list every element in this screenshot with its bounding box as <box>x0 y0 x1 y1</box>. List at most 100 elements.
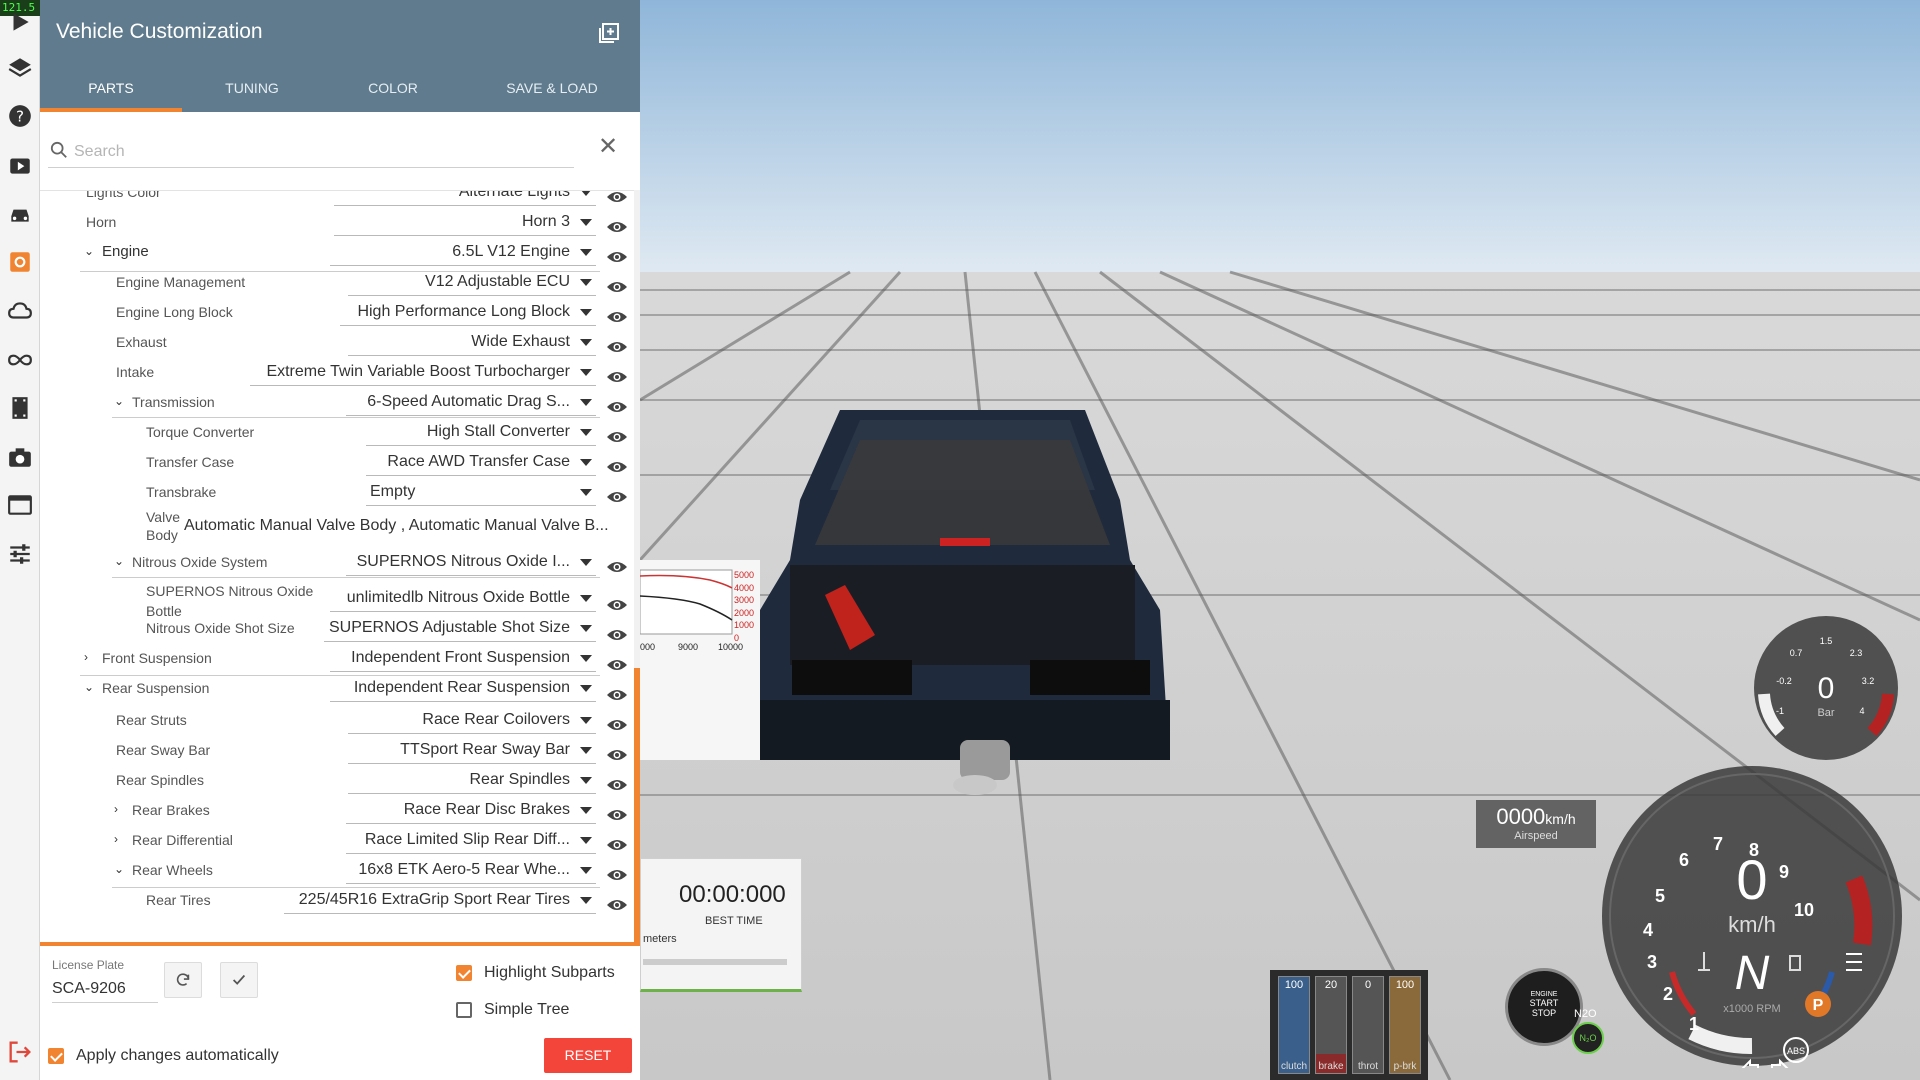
chevron-right-icon[interactable]: › <box>114 802 118 816</box>
tree-row[interactable]: ⌄ Rear Suspension <box>84 673 324 703</box>
tab-color[interactable]: COLOR <box>322 68 464 112</box>
chevron-down-icon <box>580 369 592 376</box>
tab-save-load[interactable]: SAVE & LOAD <box>464 68 640 112</box>
cloud-icon[interactable] <box>4 295 35 326</box>
tab-parts[interactable]: PARTS <box>40 68 182 112</box>
tree-row[interactable]: › Rear Brakes <box>114 795 334 825</box>
part-select[interactable]: Race Rear Disc Brakes <box>346 797 596 824</box>
chevron-down-icon[interactable]: ⌄ <box>114 394 124 408</box>
close-search-icon[interactable]: ✕ <box>598 132 618 161</box>
part-select[interactable]: SUPERNOS Adjustable Shot Size <box>324 615 596 642</box>
nos-label: N2O <box>1574 1008 1597 1020</box>
part-select[interactable]: Race Rear Coilovers <box>348 707 596 734</box>
play-icon[interactable] <box>4 6 35 37</box>
part-select[interactable]: Wide Exhaust <box>348 329 596 356</box>
part-select[interactable]: unlimitedlb Nitrous Oxide Bottle <box>330 585 596 612</box>
eye-icon[interactable] <box>606 339 628 355</box>
tree-row[interactable]: ⌄ Engine <box>84 237 284 267</box>
eye-icon[interactable] <box>606 807 628 823</box>
tree-row[interactable]: ⌄ Transmission <box>114 387 334 417</box>
eye-icon[interactable] <box>606 597 628 613</box>
eye-icon[interactable] <box>606 399 628 415</box>
apply-automatically-checkbox[interactable] <box>48 1048 64 1064</box>
help-icon[interactable]: ? <box>4 100 35 131</box>
highlight-subparts-checkbox[interactable] <box>456 965 472 981</box>
film-icon[interactable] <box>4 392 35 423</box>
part-select[interactable]: 16x8 ETK Aero-5 Rear Whe... <box>346 857 596 884</box>
part-select[interactable]: Race AWD Transfer Case <box>366 449 596 476</box>
exit-icon[interactable] <box>6 1038 34 1066</box>
chevron-down-icon <box>580 897 592 904</box>
chevron-down-icon[interactable]: ⌄ <box>84 244 94 258</box>
part-select[interactable]: Automatic Manual Valve Body , Automatic … <box>184 513 609 539</box>
eye-icon[interactable] <box>606 309 628 325</box>
chevron-right-icon[interactable]: › <box>84 650 88 664</box>
eye-icon[interactable] <box>606 657 628 673</box>
scenario-icon[interactable] <box>4 149 35 180</box>
tab-tuning[interactable]: TUNING <box>182 68 322 112</box>
chevron-down-icon[interactable]: ⌄ <box>114 554 124 568</box>
eye-icon[interactable] <box>606 369 628 385</box>
part-select[interactable]: Horn 3 <box>334 209 596 236</box>
chevron-down-icon <box>580 219 592 226</box>
simple-tree-checkbox[interactable] <box>456 1002 472 1018</box>
tree-row[interactable]: › Rear Differential <box>114 825 334 855</box>
part-select[interactable]: Independent Front Suspension <box>330 645 596 672</box>
eye-icon[interactable] <box>606 747 628 763</box>
license-plate-input[interactable]: SCA-9206 <box>52 980 158 1003</box>
popout-icon[interactable] <box>598 22 620 44</box>
tree-row[interactable]: ⌄ Rear Wheels <box>114 855 334 885</box>
chevron-down-icon[interactable]: ⌄ <box>114 862 124 876</box>
part-value: SUPERNOS Nitrous Oxide I... <box>356 553 570 570</box>
loop-icon[interactable] <box>4 344 35 375</box>
part-select[interactable]: Rear Spindles <box>348 767 596 794</box>
tree-row[interactable]: ⌄ Nitrous Oxide System <box>114 547 334 577</box>
part-select[interactable]: High Performance Long Block <box>340 299 596 326</box>
part-select[interactable]: Extreme Twin Variable Boost Turbocharger <box>250 359 596 386</box>
part-select[interactable]: V12 Adjustable ECU <box>348 269 596 296</box>
part-select[interactable]: Independent Rear Suspension <box>330 675 596 702</box>
eye-icon[interactable] <box>606 627 628 643</box>
eye-icon[interactable] <box>606 897 628 913</box>
eye-icon[interactable] <box>606 191 628 205</box>
vehicle-config-icon[interactable] <box>4 246 35 277</box>
reset-button[interactable]: RESET <box>544 1038 632 1073</box>
settings-sliders-icon[interactable] <box>4 538 35 569</box>
tree-row[interactable]: › Front Suspension <box>84 643 324 673</box>
part-select[interactable]: High Stall Converter <box>366 419 596 446</box>
check-icon <box>232 974 246 985</box>
part-label: Body <box>146 527 178 543</box>
part-select[interactable]: 6.5L V12 Engine <box>330 239 596 266</box>
randomize-plate-button[interactable] <box>164 962 202 998</box>
eye-icon[interactable] <box>606 867 628 883</box>
eye-icon[interactable] <box>606 717 628 733</box>
part-select[interactable]: Race Limited Slip Rear Diff... <box>346 827 596 854</box>
eye-icon[interactable] <box>606 559 628 575</box>
eye-icon[interactable] <box>606 687 628 703</box>
part-select[interactable]: TTSport Rear Sway Bar <box>348 737 596 764</box>
apply-plate-button[interactable] <box>220 962 258 998</box>
chevron-right-icon[interactable]: › <box>114 832 118 846</box>
eye-icon[interactable] <box>606 279 628 295</box>
part-select[interactable]: SUPERNOS Nitrous Oxide I... <box>346 549 596 576</box>
layers-icon[interactable] <box>4 52 35 83</box>
eye-icon[interactable] <box>606 459 628 475</box>
search-input[interactable] <box>72 138 556 166</box>
part-value: V12 Adjustable ECU <box>425 273 570 290</box>
eye-icon[interactable] <box>606 777 628 793</box>
part-select[interactable]: Empty <box>366 479 596 506</box>
vehicle-icon[interactable] <box>4 198 35 229</box>
eye-icon[interactable] <box>606 249 628 265</box>
eye-icon[interactable] <box>606 429 628 445</box>
part-select[interactable]: Alternate Lights <box>334 191 596 206</box>
eye-icon[interactable] <box>606 837 628 853</box>
part-select[interactable]: 6-Speed Automatic Drag S... <box>346 389 596 416</box>
camera-icon[interactable] <box>4 441 35 472</box>
apps-icon[interactable] <box>4 489 35 520</box>
part-select[interactable]: 225/45R16 ExtraGrip Sport Rear Tires <box>284 887 596 914</box>
eye-icon[interactable] <box>606 219 628 235</box>
eye-icon[interactable] <box>606 489 628 505</box>
torque-graph: 5000 4000 3000 2000 1000 0 000 9000 10000 <box>639 560 760 760</box>
tachometer: 0 km/h N x1000 RPM 1 2 3 4 5 6 7 8 9 10 … <box>1602 766 1902 1068</box>
chevron-down-icon[interactable]: ⌄ <box>84 680 94 694</box>
